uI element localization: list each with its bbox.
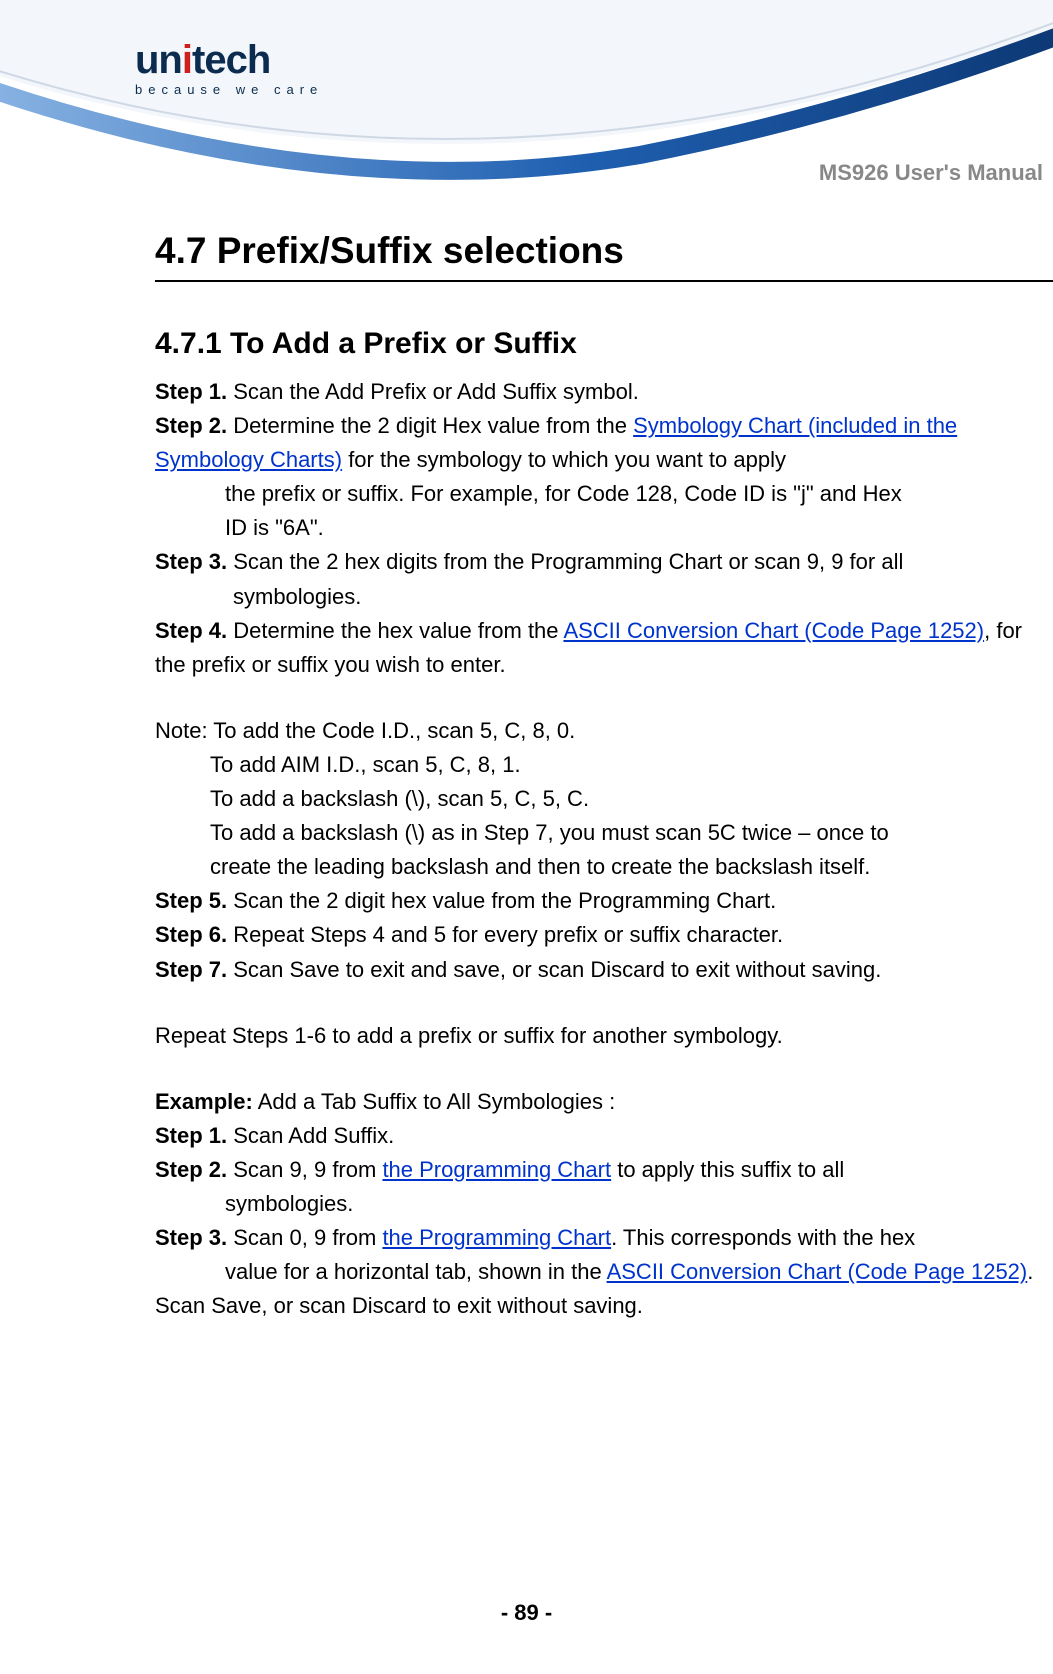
step-7: Step 7. Scan Save to exit and save, or s…: [155, 953, 1053, 987]
step-text: Scan Save to exit and save, or scan Disc…: [227, 957, 881, 982]
step-text-cont: ID is "6A".: [155, 511, 1053, 545]
note-line: Note: To add the Code I.D., scan 5, C, 8…: [155, 714, 1053, 748]
step-text: Scan Add Suffix.: [227, 1123, 394, 1148]
step-text-cont: the prefix or suffix. For example, for C…: [155, 477, 1053, 511]
step-text: Scan the Add Prefix or Add Suffix symbol…: [227, 379, 639, 404]
logo-tagline: because we care: [135, 82, 323, 97]
section-heading: 4.7 Prefix/Suffix selections: [155, 230, 1053, 272]
note-line: To add a backslash (\), scan 5, C, 5, C.: [155, 782, 1053, 816]
step-label: Step 7.: [155, 957, 227, 982]
step-label: Step 3.: [155, 1225, 227, 1250]
step-1: Step 1. Scan the Add Prefix or Add Suffi…: [155, 375, 1053, 409]
ascii-chart-link[interactable]: ASCII Conversion Chart (Code Page 1252): [563, 618, 984, 643]
step-5: Step 5. Scan the 2 digit hex value from …: [155, 884, 1053, 918]
page-number: - 89 -: [0, 1600, 1053, 1626]
body-text: Step 1. Scan the Add Prefix or Add Suffi…: [155, 375, 1053, 1323]
step-text: Determine the 2 digit Hex value from the: [227, 413, 633, 438]
step-6: Step 6. Repeat Steps 4 and 5 for every p…: [155, 918, 1053, 952]
step-text: Scan 9, 9 from: [227, 1157, 382, 1182]
logo-text-part: un: [135, 38, 182, 82]
logo-dot: i: [182, 38, 192, 82]
logo-text-part: tech: [192, 38, 270, 82]
programming-chart-link[interactable]: the Programming Chart: [382, 1157, 611, 1182]
step-text: Scan the 2 digit hex value from the Prog…: [227, 888, 776, 913]
step-label: Step 2.: [155, 413, 227, 438]
subsection-heading: 4.7.1 To Add a Prefix or Suffix: [155, 327, 1053, 361]
note-block: Note: To add the Code I.D., scan 5, C, 8…: [155, 714, 1053, 884]
repeat-instruction: Repeat Steps 1-6 to add a prefix or suff…: [155, 1019, 1053, 1053]
step-label: Step 1.: [155, 379, 227, 404]
step-text-cont: symbologies.: [155, 580, 1053, 614]
step-label: Step 1.: [155, 1123, 227, 1148]
step-text: Repeat Steps 4 and 5 for every prefix or…: [227, 922, 783, 947]
step-label: Step 6.: [155, 922, 227, 947]
note-line: To add AIM I.D., scan 5, C, 8, 1.: [155, 748, 1053, 782]
step-text: Scan the 2 hex digits from the Programmi…: [227, 549, 903, 574]
programming-chart-link[interactable]: the Programming Chart: [382, 1225, 611, 1250]
step-4: Step 4. Determine the hex value from the…: [155, 614, 1053, 682]
header-swoosh: [0, 0, 1053, 220]
document-page: unitech because we care MS926 User's Man…: [0, 0, 1053, 1674]
page-content: 4.7 Prefix/Suffix selections 4.7.1 To Ad…: [155, 220, 1053, 1323]
step-text: . This corresponds with the hex: [611, 1225, 915, 1250]
step-label: Step 2.: [155, 1157, 227, 1182]
step-text: value for a horizontal tab, shown in the: [225, 1259, 607, 1284]
step-2: Step 2. Determine the 2 digit Hex value …: [155, 409, 1053, 545]
note-line: To add a backslash (\) as in Step 7, you…: [155, 816, 1053, 850]
step-text: Scan 0, 9 from: [227, 1225, 382, 1250]
step-text: for the symbology to which you want to a…: [342, 447, 786, 472]
example-line: Example: Add a Tab Suffix to All Symbolo…: [155, 1085, 1053, 1119]
example-step-2: Step 2. Scan 9, 9 from the Programming C…: [155, 1153, 1053, 1221]
step-text-cont: value for a horizontal tab, shown in the…: [155, 1255, 1053, 1289]
step-text: .: [1027, 1259, 1033, 1284]
step-label: Step 5.: [155, 888, 227, 913]
section-divider: [155, 280, 1053, 282]
logo-wordmark: unitech: [135, 40, 323, 80]
step-text: to apply this suffix to all: [611, 1157, 844, 1182]
example-step-1: Step 1. Scan Add Suffix.: [155, 1119, 1053, 1153]
step-3: Step 3. Scan the 2 hex digits from the P…: [155, 545, 1053, 613]
example-label: Example:: [155, 1089, 253, 1114]
step-label: Step 3.: [155, 549, 227, 574]
manual-title: MS926 User's Manual: [819, 160, 1053, 186]
final-instruction: Scan Save, or scan Discard to exit witho…: [155, 1289, 1053, 1323]
example-text: Add a Tab Suffix to All Symbologies :: [253, 1089, 615, 1114]
brand-logo: unitech because we care: [135, 40, 323, 97]
example-step-3: Step 3. Scan 0, 9 from the Programming C…: [155, 1221, 1053, 1289]
step-label: Step 4.: [155, 618, 227, 643]
step-text: Determine the hex value from the: [227, 618, 563, 643]
step-text-cont: symbologies.: [155, 1187, 1053, 1221]
note-line: create the leading backslash and then to…: [155, 850, 1053, 884]
ascii-chart-link[interactable]: ASCII Conversion Chart (Code Page 1252): [607, 1259, 1028, 1284]
